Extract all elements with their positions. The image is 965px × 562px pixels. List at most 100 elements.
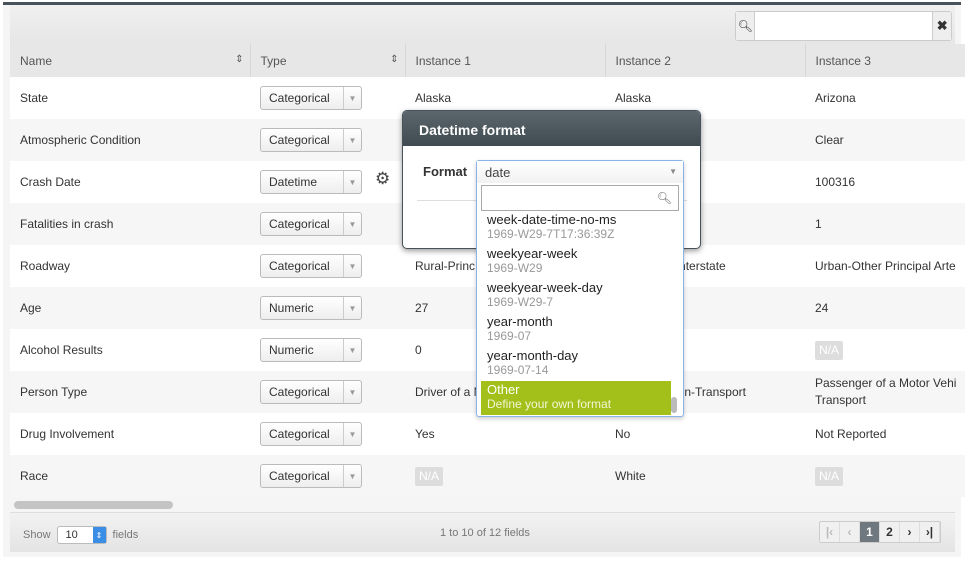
option-label: Other — [487, 382, 520, 397]
search-input[interactable] — [755, 12, 933, 40]
i1-cell: N/A — [405, 455, 605, 497]
type-value: Categorical — [269, 468, 330, 483]
type-cell: Categorical ▼ — [250, 371, 405, 413]
horizontal-scrollbar[interactable] — [14, 501, 173, 509]
type-value: Numeric — [269, 300, 314, 315]
na-badge: N/A — [815, 340, 844, 360]
sort-icon[interactable]: ⇕ — [390, 54, 398, 65]
type-cell: Categorical ▼ — [250, 413, 405, 455]
column-header-name[interactable]: Name ⇕ — [10, 44, 251, 77]
i3-cell: 24 — [805, 287, 965, 329]
i3-cell: 1 — [805, 203, 965, 245]
type-select[interactable]: Categorical ▼ — [260, 254, 362, 278]
type-cell: Numeric ▼ — [250, 287, 405, 329]
type-select[interactable]: Categorical ▼ — [260, 380, 362, 404]
option-example: 1969-W29 — [487, 261, 543, 275]
type-select[interactable]: Numeric ▼ — [260, 296, 362, 320]
gears-icon[interactable]: ⚙ — [375, 169, 390, 189]
option-example: 1969-07 — [487, 329, 532, 343]
pagination: |‹ ‹ 1 2 › ›| — [819, 521, 941, 543]
page-1-button[interactable]: 1 — [860, 522, 880, 542]
name-cell: Roadway — [10, 245, 250, 287]
name-cell: Age — [10, 287, 250, 329]
format-dropdown[interactable]: date ▼ 🔍︎ week-date-time-no-ms 1969-W29-7T… — [476, 160, 684, 417]
format-option[interactable]: weekyear-week-day 1969-W29-7 — [481, 279, 671, 313]
format-option[interactable]: Other Define your own format — [481, 381, 671, 415]
type-select[interactable]: Categorical ▼ — [260, 464, 362, 488]
search-icon: 🔍︎ — [656, 191, 672, 205]
prev-page-icon[interactable]: ‹ — [840, 522, 860, 542]
na-badge: N/A — [815, 466, 844, 486]
caret-down-icon: ▼ — [343, 171, 361, 193]
option-label: weekyear-week-day — [487, 280, 603, 295]
caret-down-icon: ▼ — [343, 129, 361, 151]
option-label: year-month-day — [487, 348, 579, 363]
i3-cell: N/A — [805, 455, 965, 497]
option-label: weekyear-week — [487, 246, 578, 261]
type-select[interactable]: Categorical ▼ — [260, 212, 362, 236]
option-example: Define your own format — [487, 397, 612, 411]
type-value: Numeric — [269, 342, 314, 357]
fields-label: fields — [112, 529, 139, 541]
sort-icon[interactable]: ⇕ — [235, 54, 243, 65]
type-cell: Numeric ▼ — [250, 329, 405, 371]
type-cell: Categorical ▼ — [250, 245, 405, 287]
dropdown-search-input[interactable]: 🔍︎ — [481, 185, 679, 211]
clear-search-icon[interactable]: ✖ — [932, 12, 951, 40]
stepper-arrows-icon[interactable]: ⇕ — [92, 527, 106, 543]
option-example: 1969-W29-7 — [487, 295, 554, 309]
type-select[interactable]: Datetime ▼ — [260, 170, 362, 194]
format-option[interactable]: year-month-day 1969-07-14 — [481, 347, 671, 381]
column-header-instance-3: Instance 3 — [805, 44, 965, 77]
table-footer: Show 10 ⇕ fields 1 to 10 of 12 fields |‹ … — [10, 512, 955, 552]
column-header-type[interactable]: Type ⇕ — [250, 44, 406, 77]
type-select[interactable]: Numeric ▼ — [260, 338, 362, 362]
first-page-icon[interactable]: |‹ — [820, 522, 840, 542]
type-select[interactable]: Categorical ▼ — [260, 128, 362, 152]
page-size-value: 10 — [65, 529, 78, 541]
caret-down-icon: ▼ — [669, 167, 677, 176]
i3-cell: Passenger of a Motor Vehi Transport — [805, 371, 965, 413]
type-select[interactable]: Categorical ▼ — [260, 86, 362, 110]
name-cell: Atmospheric Condition — [10, 119, 250, 161]
type-value: Categorical — [269, 216, 330, 231]
caret-down-icon: ▼ — [343, 255, 361, 277]
name-cell: Person Type — [10, 371, 250, 413]
type-value: Categorical — [269, 132, 330, 147]
i3-cell: Clear — [805, 119, 965, 161]
i3-cell: Arizona — [805, 77, 965, 119]
format-option[interactable]: weekyear-week 1969-W29 — [481, 245, 671, 279]
na-badge: N/A — [415, 466, 444, 486]
i3-cell: N/A — [805, 329, 965, 371]
name-cell: State — [10, 77, 250, 119]
dialog-title: Datetime format — [403, 111, 700, 146]
dropdown-scrollbar[interactable] — [671, 397, 677, 413]
page-size-stepper[interactable]: 10 ⇕ — [56, 526, 107, 544]
search-box: 🔍︎ ✖ — [735, 11, 952, 41]
caret-down-icon: ▼ — [343, 465, 361, 487]
header-label: Name — [20, 53, 53, 68]
page-2-button[interactable]: 2 — [880, 522, 900, 542]
type-select[interactable]: Categorical ▼ — [260, 422, 362, 446]
option-label: week-date-time-no-ms — [487, 212, 617, 227]
caret-down-icon: ▼ — [343, 423, 361, 445]
caret-down-icon: ▼ — [343, 87, 361, 109]
i2-cell: White — [605, 455, 805, 497]
table-row: Race Categorical ▼ N/A White N/A — [10, 455, 965, 497]
name-cell: Crash Date — [10, 161, 250, 203]
search-icon[interactable]: 🔍︎ — [736, 12, 756, 40]
column-header-instance-1: Instance 1 — [405, 44, 606, 77]
i3-cell: Not Reported — [805, 413, 965, 455]
format-option[interactable]: year-month 1969-07 — [481, 313, 671, 347]
selected-format: date — [485, 165, 511, 180]
format-option[interactable]: week-date-time-no-ms 1969-W29-7T17:36:39Z — [481, 211, 671, 245]
i1-cell: Yes — [405, 413, 605, 455]
next-page-icon[interactable]: › — [900, 522, 920, 542]
type-cell: Categorical ▼ — [250, 203, 405, 245]
type-value: Categorical — [269, 258, 330, 273]
caret-down-icon: ▼ — [343, 339, 361, 361]
toolbar: 🔍︎ ✖ — [10, 5, 955, 44]
pagination-info: 1 to 10 of 12 fields — [440, 527, 530, 539]
last-page-icon[interactable]: ›| — [920, 522, 940, 542]
type-value: Categorical — [269, 426, 330, 441]
